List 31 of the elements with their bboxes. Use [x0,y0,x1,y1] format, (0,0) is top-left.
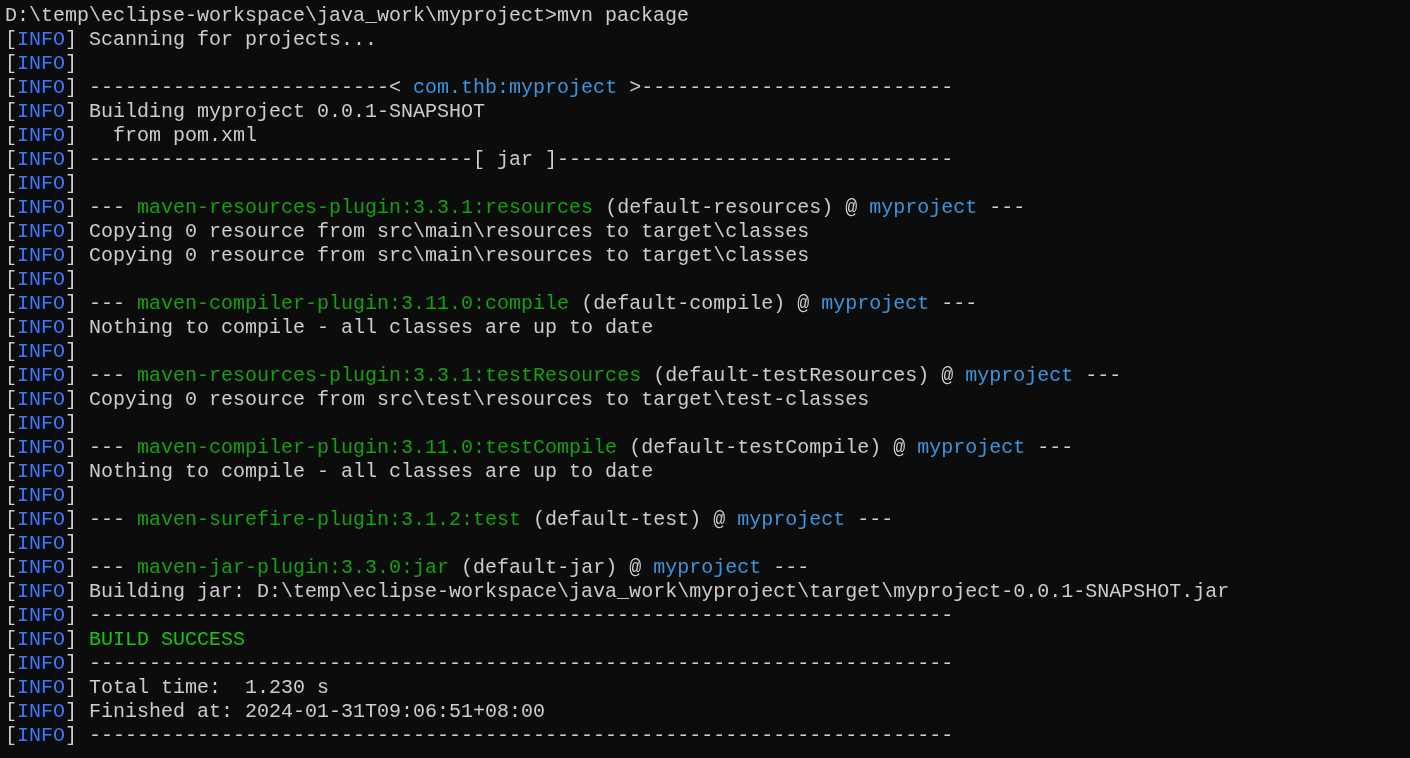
terminal-line: [INFO] [5,484,78,508]
terminal-line: D:\temp\eclipse-workspace\java_work\myproject>mvn package [5,4,690,28]
terminal-line: [INFO] [5,172,78,196]
terminal-line: [INFO] [5,268,78,292]
terminal-line: [INFO] Copying 0 resource from src\test\resources to target\test-classes [5,388,870,412]
terminal-line: [INFO] [5,340,78,364]
terminal-line: [INFO] Building myproject 0.0.1-SNAPSHOT [5,100,486,124]
terminal-line: [INFO] [5,412,78,436]
terminal-line: [INFO] Nothing to compile - all classes are up to date [5,460,654,484]
terminal-line: [INFO] --------------------------------[ jar ]--------------------------------- [5,148,954,172]
terminal-line: [INFO] Building jar: D:\temp\eclipse-workspace\java_work\myproject\target\myproject-0.0.1-SNAPSHOT.jar [5,580,1230,604]
terminal-line: [INFO] [5,532,78,556]
terminal-line: [INFO] from pom.xml [5,124,258,148]
terminal-line: [INFO] ------------------------------------------------------------------------ [5,652,954,676]
terminal-line: [INFO] --- maven-surefire-plugin:3.1.2:test (default-test) @ myproject --- [5,508,894,532]
terminal-line: [INFO] Copying 0 resource from src\main\resources to target\classes [5,220,810,244]
terminal-line: [INFO] Copying 0 resource from src\main\resources to target\classes [5,244,810,268]
terminal-line: [INFO] BUILD SUCCESS [5,628,246,652]
terminal-line: [INFO] --- maven-compiler-plugin:3.11.0:compile (default-compile) @ myproject --- [5,292,978,316]
terminal-line: [INFO] ------------------------------------------------------------------------ [5,604,954,628]
terminal-line: [INFO] --- maven-resources-plugin:3.3.1:resources (default-resources) @ myproject --- [5,196,1026,220]
terminal-line: [INFO] Total time: 1.230 s [5,676,330,700]
terminal-line: [INFO] Nothing to compile - all classes are up to date [5,316,654,340]
terminal-line: [INFO] -------------------------< com.thb:myproject >-------------------------- [5,76,954,100]
terminal-line: [INFO] --- maven-resources-plugin:3.3.1:testResources (default-testResources) @ myproject --- [5,364,1122,388]
terminal-line: [INFO] --- maven-jar-plugin:3.3.0:jar (default-jar) @ myproject --- [5,556,810,580]
terminal-line: [INFO] ------------------------------------------------------------------------ [5,724,954,748]
terminal-line: [INFO] Finished at: 2024-01-31T09:06:51+08:00 [5,700,546,724]
terminal-line: [INFO] [5,52,78,76]
terminal-line: [INFO] Scanning for projects... [5,28,378,52]
terminal-line: [INFO] --- maven-compiler-plugin:3.11.0:testCompile (default-testCompile) @ myproject --- [5,436,1074,460]
